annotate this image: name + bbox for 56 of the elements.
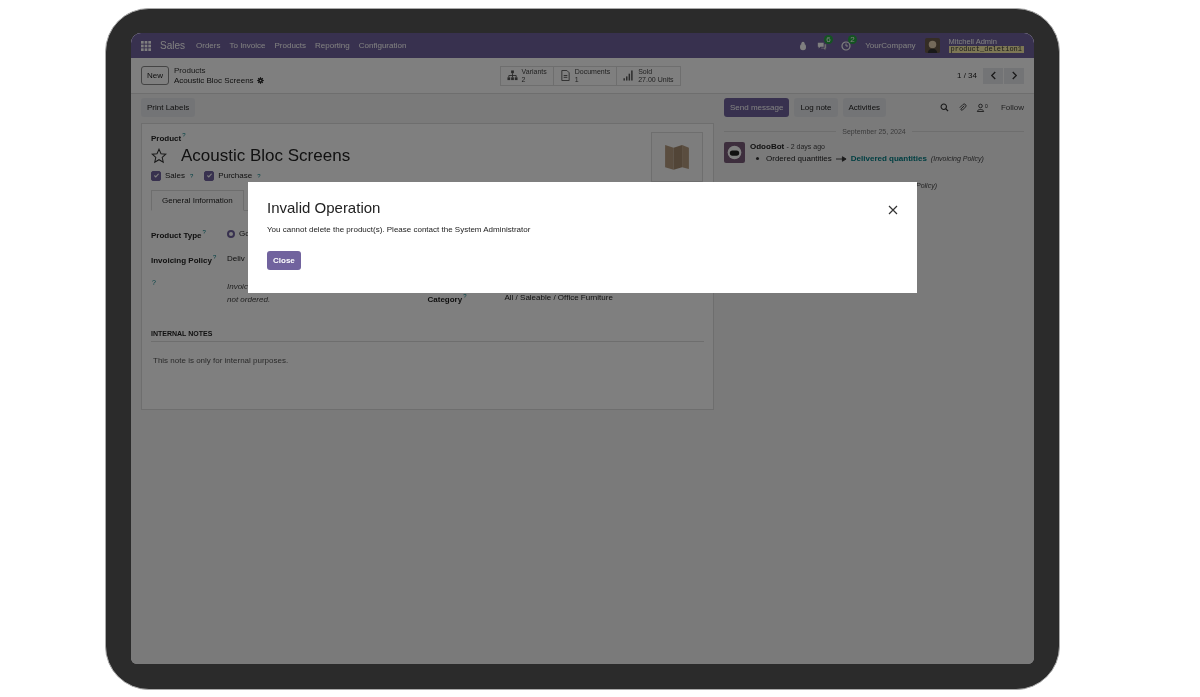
help-text: Invoic [227, 281, 249, 294]
field-label: Category [427, 294, 463, 304]
star-icon[interactable] [151, 147, 167, 164]
print-labels-button[interactable]: Print Labels [141, 98, 196, 117]
person-icon[interactable] [976, 103, 986, 112]
settings-icon[interactable] [256, 77, 264, 84]
app-grid-icon[interactable] [141, 40, 151, 51]
chatter-button[interactable]: Activities [842, 98, 887, 117]
activity-count-badge: 2 [848, 34, 857, 44]
product-image[interactable] [651, 132, 703, 182]
checkbox[interactable] [204, 170, 215, 181]
field-label: Product Type [151, 230, 202, 240]
product-name[interactable]: Acoustic Bloc Screens [181, 145, 351, 166]
chat-icon[interactable] [817, 40, 828, 51]
breadcrumb-link[interactable]: Products [174, 65, 264, 76]
arrow-icon [835, 155, 847, 162]
field-label: Invoicing Policy [151, 255, 212, 265]
dialog-title: Invalid Operation [267, 199, 381, 216]
new-button[interactable]: New [141, 66, 169, 85]
signal-bars-icon [623, 70, 635, 81]
search-icon[interactable] [940, 103, 950, 112]
previous-button[interactable] [983, 67, 1003, 84]
menu-item[interactable]: Reporting [315, 41, 350, 50]
new-value: Delivered quantities [850, 154, 927, 163]
dialog-message: You cannot delete the product(s). Please contact the System Administrator [267, 225, 531, 234]
menu-item[interactable]: Orders [196, 41, 221, 50]
old-value: Ordered quantities [766, 154, 832, 163]
follow-button[interactable]: Follow [1000, 103, 1024, 112]
chevron-right-icon[interactable] [1010, 71, 1018, 80]
help-text: not ordered. [227, 294, 271, 307]
message-author[interactable]: OdooBot [750, 142, 785, 151]
clock-icon[interactable] [841, 40, 852, 51]
hierarchy-icon [506, 70, 518, 81]
checkbox-label: Purchase [218, 171, 253, 181]
document-icon [559, 70, 571, 81]
paperclip-icon[interactable] [958, 103, 968, 112]
checkbox[interactable] [151, 170, 161, 181]
next-button[interactable] [1004, 67, 1024, 84]
radio-button[interactable] [227, 229, 235, 238]
chevron-left-icon[interactable] [989, 71, 997, 80]
message-count-badge: 6 [824, 34, 833, 44]
robot-avatar-icon [724, 142, 745, 163]
menu-item[interactable]: Configuration [358, 41, 407, 50]
field-value[interactable]: Deliv [227, 253, 245, 263]
app-name[interactable]: Sales [160, 40, 185, 51]
close-button[interactable]: Close [267, 251, 301, 270]
checkbox-label: Sales [165, 171, 185, 181]
chatter-button[interactable]: Log note [794, 98, 838, 117]
field-value[interactable]: All / Saleable / Office Furniture [504, 293, 613, 302]
pager-value[interactable]: 1 / 34 [957, 71, 977, 80]
field-label: Product [151, 133, 182, 143]
user-avatar-icon[interactable] [924, 38, 940, 53]
tab[interactable]: General Information [151, 190, 244, 211]
company-name[interactable]: YourCompany [865, 41, 916, 50]
record-title: Acoustic Bloc Screens [174, 75, 254, 86]
menu-item[interactable]: Products [274, 41, 307, 50]
